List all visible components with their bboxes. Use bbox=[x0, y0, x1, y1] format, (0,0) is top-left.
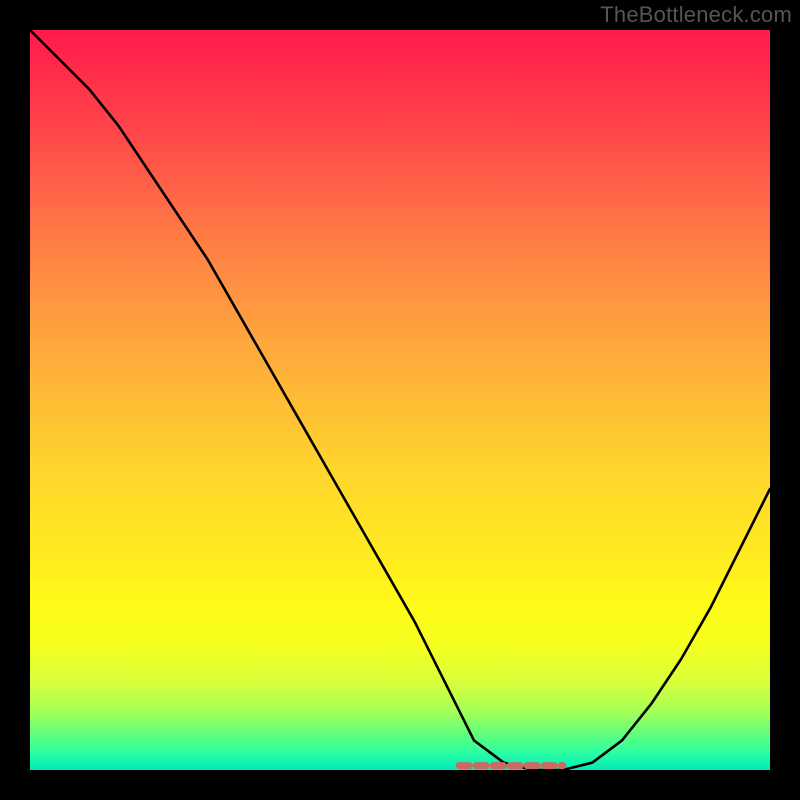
bottleneck-curve-line bbox=[30, 30, 770, 770]
watermark-text: TheBottleneck.com bbox=[600, 2, 792, 28]
chart-frame: TheBottleneck.com bbox=[0, 0, 800, 800]
bottleneck-curve-svg bbox=[30, 30, 770, 770]
plot-area bbox=[30, 30, 770, 770]
